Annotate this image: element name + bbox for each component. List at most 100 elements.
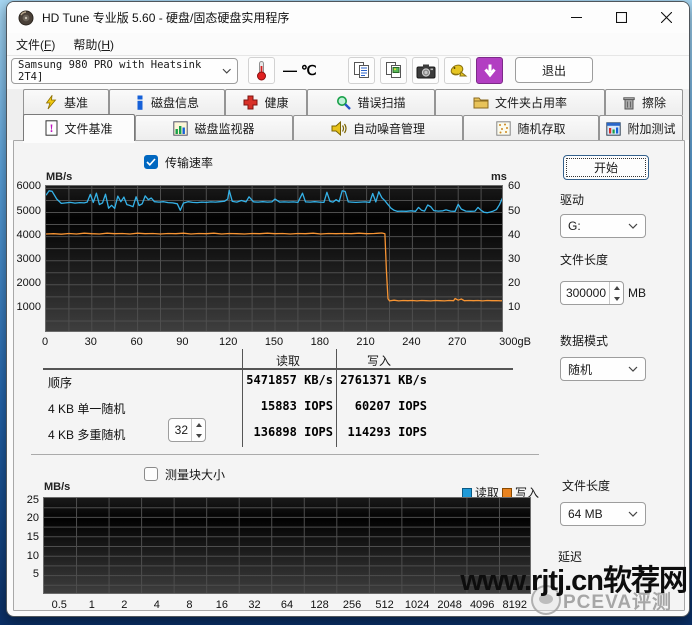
axis-tick-label: 30 xyxy=(508,252,521,265)
maximize-icon xyxy=(616,12,627,23)
axis-tick-label: 240 xyxy=(402,336,421,348)
block-size-checkbox[interactable] xyxy=(144,467,158,481)
data-mode-select[interactable]: 随机 xyxy=(560,357,646,381)
queue-depth-stepper[interactable]: 32 xyxy=(168,418,206,442)
axis-tick-label: 60 xyxy=(508,180,521,193)
data-mode-label: 数据模式 xyxy=(560,334,609,348)
tab-folder-usage[interactable]: 文件夹占用率 xyxy=(435,89,605,115)
chart1-right-unit: ms xyxy=(491,171,507,183)
file-length-stepper[interactable]: 300000 xyxy=(560,281,624,305)
4k-multi-write-value: 114293 IOPS xyxy=(347,425,427,439)
axis-tick-label: 50 xyxy=(508,204,521,217)
tab-error-scan[interactable]: 错误扫描 xyxy=(307,89,435,115)
axis-tick-label: 0 xyxy=(41,336,49,348)
download-button[interactable] xyxy=(476,57,503,84)
tab-disk-monitor[interactable]: 磁盘监视器 xyxy=(135,115,293,141)
axis-tick-label: 2000 xyxy=(16,276,41,289)
transfer-rate-checkbox[interactable] xyxy=(144,155,158,169)
trash-icon xyxy=(623,97,635,110)
drive-select-value: Samsung 980 PRO with Heatsink 2T4] xyxy=(18,59,202,83)
copy-image-button[interactable] xyxy=(380,57,407,84)
screenshot-button[interactable] xyxy=(412,57,439,84)
window-title: HD Tune 专业版 5.60 - 硬盘/固态硬盘实用程序 xyxy=(42,11,290,25)
chevron-down-icon xyxy=(628,511,638,517)
goldfish-button[interactable] xyxy=(444,57,471,84)
tab-disk-info[interactable]: 磁盘信息 xyxy=(109,89,225,115)
maximize-button[interactable] xyxy=(599,2,644,33)
copy-text-button[interactable] xyxy=(348,57,375,84)
drive-letter-select[interactable]: G: xyxy=(560,214,646,238)
benchmark-bolt-icon xyxy=(45,95,57,110)
axis-tick-label: 90 xyxy=(176,336,189,348)
menu-bar: 文件(F) 帮助(H) xyxy=(7,33,689,56)
close-icon xyxy=(661,12,672,23)
temperature-button[interactable] xyxy=(248,57,275,84)
tab-extra-tests[interactable]: 附加测试 xyxy=(599,115,683,141)
chevron-down-icon xyxy=(222,68,231,74)
minimize-button[interactable] xyxy=(554,2,599,33)
site-watermark: www.rjtj.cn软荐网 xyxy=(460,565,688,597)
file-length-up-button[interactable] xyxy=(610,282,623,293)
axis-tick-label: 6000 xyxy=(16,180,41,193)
thermometer-icon xyxy=(257,61,266,81)
menu-file[interactable]: 文件(F) xyxy=(7,33,64,56)
svg-text:!: ! xyxy=(50,121,54,135)
block-file-length-select[interactable]: 64 MB xyxy=(560,502,646,526)
extra-tests-icon xyxy=(606,121,622,136)
goldfish-icon xyxy=(450,64,467,76)
axis-tick-label: 210 xyxy=(356,336,375,348)
transfer-rate-label: 传输速率 xyxy=(165,156,214,170)
tab-random-access[interactable]: 随机存取 xyxy=(463,115,599,141)
block-file-length-label: 文件长度 xyxy=(562,479,611,493)
start-button[interactable]: 开始 xyxy=(563,155,649,180)
speaker-icon xyxy=(331,121,347,136)
drive-letter-value: G: xyxy=(568,219,581,233)
read-column-header: 读取 xyxy=(275,354,300,368)
minimize-icon xyxy=(571,16,582,19)
menu-help[interactable]: 帮助(H) xyxy=(64,33,123,56)
temperature-value: — ℃ xyxy=(283,62,317,78)
file-length-down-button[interactable] xyxy=(610,293,623,304)
tab-file-benchmark[interactable]: ! 文件基准 xyxy=(23,114,135,141)
axis-tick-label: 20 xyxy=(508,276,521,289)
magnifier-icon xyxy=(337,96,352,110)
row-4k-multi-label: 4 KB 多重随机 xyxy=(48,428,126,442)
row-4k-single-label: 4 KB 单一随机 xyxy=(48,402,126,416)
axis-tick-label: 1000 xyxy=(16,300,41,313)
random-dots-icon xyxy=(496,121,512,136)
title-bar: HD Tune 专业版 5.60 - 硬盘/固态硬盘实用程序 xyxy=(7,2,689,33)
axis-tick-label: 150 xyxy=(264,336,284,348)
axis-tick-label: 270 xyxy=(448,336,467,348)
file-length-label: 文件长度 xyxy=(560,253,609,267)
axis-tick-label: 10 xyxy=(26,549,39,562)
write-column-header: 写入 xyxy=(366,354,391,368)
axis-tick-label: 180 xyxy=(310,336,329,348)
chart2-left-unit: MB/s xyxy=(44,481,71,493)
block-size-label: 测量块大小 xyxy=(165,468,226,482)
tab-aam[interactable]: 自动噪音管理 xyxy=(293,115,463,141)
close-button[interactable] xyxy=(644,2,689,33)
tab-benchmark[interactable]: 基准 xyxy=(23,89,109,115)
check-icon xyxy=(146,158,156,166)
exit-button[interactable]: 退出 xyxy=(515,57,593,83)
drive-select[interactable]: Samsung 980 PRO with Heatsink 2T4] xyxy=(11,58,238,84)
toolbar: Samsung 980 PRO with Heatsink 2T4] — ℃ 退… xyxy=(7,56,689,89)
row-sequential-label: 顺序 xyxy=(48,376,73,390)
chevron-down-icon xyxy=(628,366,638,372)
chevron-down-icon xyxy=(628,223,638,229)
file-length-value: 300000 xyxy=(565,286,606,300)
axis-tick-label: 4000 xyxy=(16,228,41,241)
axis-tick-label: 30 xyxy=(84,336,97,348)
queue-depth-value: 32 xyxy=(174,423,188,437)
hd-tune-app-icon xyxy=(18,10,34,25)
data-mode-value: 随机 xyxy=(568,362,593,377)
camera-icon xyxy=(416,64,435,78)
tab-erase[interactable]: 擦除 xyxy=(605,89,683,115)
axis-tick-label: 5000 xyxy=(16,204,41,217)
axis-tick-label: 20 xyxy=(26,512,39,525)
copy-text-icon xyxy=(354,62,369,78)
tab-strip: 基准 磁盘信息 健康 错误扫描 文件夹占用率 擦除 ! 文件基准 磁盘监视器 自… xyxy=(7,89,689,141)
axis-tick-label: 10 xyxy=(508,300,521,313)
tab-health[interactable]: 健康 xyxy=(225,89,307,115)
axis-tick-label: 120 xyxy=(219,336,238,348)
